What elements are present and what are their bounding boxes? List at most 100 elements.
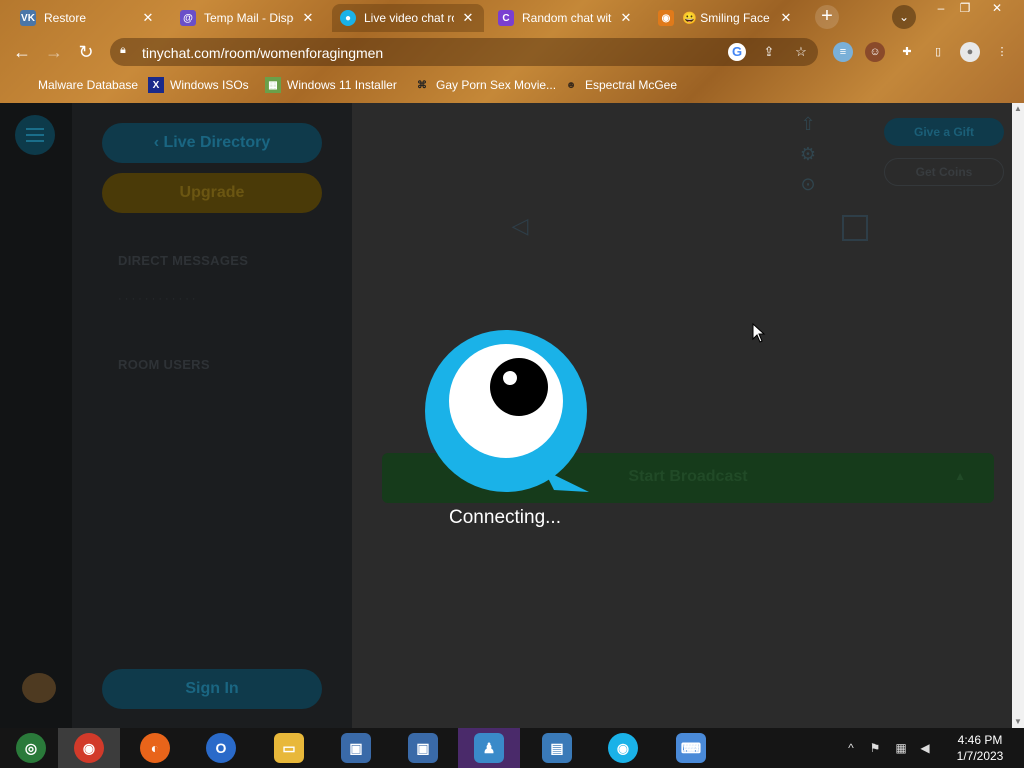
upgrade-button[interactable]: Upgrade bbox=[102, 173, 322, 213]
browser-chrome: VK Restore ✕ @ Temp Mail - Dispo ✕ ● Liv… bbox=[0, 0, 1024, 103]
close-tab-icon[interactable]: ✕ bbox=[300, 10, 316, 26]
new-tab-button[interactable]: + bbox=[815, 5, 839, 29]
scroll-down-icon[interactable]: ▼ bbox=[1012, 716, 1024, 728]
reload-button[interactable]: ↻ bbox=[74, 40, 98, 64]
bookmark-gay-porn-sex-movie[interactable]: ⌘ Gay Porn Sex Movie... bbox=[414, 76, 556, 94]
google-icon[interactable]: G bbox=[728, 43, 746, 61]
c-icon: C bbox=[498, 10, 514, 26]
windows-taskbar: ◎ ◉ ◐ O ▭ ▣ ▣ ♟ ▤ ◉ ⌨ ^ ⚑ ▦ ◀︎ 4:46 PM 1… bbox=[0, 728, 1024, 768]
lock-icon: 🔒︎ bbox=[120, 44, 126, 56]
give-a-gift-button[interactable]: Give a Gift bbox=[884, 118, 1004, 146]
scroll-up-icon[interactable]: ▲ bbox=[1012, 103, 1024, 115]
menu-kebab-icon[interactable]: ⋮ bbox=[992, 42, 1012, 62]
taskbar-opera[interactable]: O bbox=[190, 728, 252, 768]
side-panel-icon[interactable]: ▯ bbox=[928, 42, 948, 62]
close-tab-icon[interactable]: ✕ bbox=[460, 10, 476, 26]
show-hidden-icons-icon[interactable]: ^ bbox=[844, 738, 858, 758]
close-tab-icon[interactable]: ✕ bbox=[140, 10, 156, 26]
tinychat-logo-icon bbox=[425, 330, 589, 492]
info-icon[interactable]: ⊙ bbox=[797, 173, 819, 195]
direct-messages-empty-note: · · · · · · · · · · · · bbox=[118, 293, 196, 305]
file-explorer-icon: ▭ bbox=[274, 733, 304, 763]
taskbar-photo-viewer[interactable]: ▤ bbox=[526, 728, 588, 768]
extensions-puzzle-icon[interactable]: ✚ bbox=[897, 42, 917, 62]
back-button[interactable]: ← bbox=[10, 40, 34, 64]
photo-viewer-icon: ▤ bbox=[542, 733, 572, 763]
at-icon: @ bbox=[180, 10, 196, 26]
camera-app-icon: ◉ bbox=[608, 733, 638, 763]
bookmark-windows-11-installer[interactable]: ▦ Windows 11 Installer bbox=[265, 76, 397, 94]
minimize-button[interactable]: – bbox=[928, 0, 954, 18]
taskbar-keyboard[interactable]: ⌨ bbox=[660, 728, 722, 768]
settings-gear-icon[interactable]: ⚙ bbox=[797, 143, 819, 165]
setup-icon: ▣ bbox=[408, 733, 438, 763]
system-clock[interactable]: 4:46 PM 1/7/2023 bbox=[948, 732, 1012, 764]
bookmark-windows-isos[interactable]: X Windows ISOs bbox=[148, 76, 249, 94]
bookmark-espectral-mcgee[interactable]: ☻ Espectral McGee bbox=[563, 76, 677, 94]
extension-flag-icon[interactable]: ≡ bbox=[833, 42, 853, 62]
close-tab-icon[interactable]: ✕ bbox=[618, 10, 634, 26]
messenger-icon: ♟ bbox=[474, 733, 504, 763]
image-icon: ▦ bbox=[265, 77, 281, 93]
emoji-site-icon: ◉ bbox=[658, 10, 674, 26]
opera-icon: O bbox=[206, 733, 236, 763]
sidebar: ‹ Live Directory Upgrade DIRECT MESSAGES… bbox=[72, 103, 352, 728]
chrome-icon: ◉ bbox=[74, 733, 104, 763]
tab-search-button[interactable]: ⌄ bbox=[892, 5, 916, 29]
mouse-cursor-icon bbox=[752, 323, 766, 343]
taskbar-messenger[interactable]: ♟ bbox=[458, 728, 520, 768]
profile-icon[interactable]: ● bbox=[960, 42, 980, 62]
avatar-icon: ☻ bbox=[565, 79, 577, 91]
hamburger-menu-button[interactable] bbox=[15, 115, 55, 155]
taskbar-chrome-canary[interactable]: ◎ bbox=[0, 728, 62, 768]
fullscreen-icon[interactable] bbox=[842, 215, 868, 241]
taskbar-firefox[interactable]: ◐ bbox=[124, 728, 186, 768]
sign-in-button[interactable]: Sign In bbox=[102, 669, 322, 709]
firefox-icon: ◐ bbox=[140, 733, 170, 763]
vk-icon: VK bbox=[20, 10, 36, 26]
volume-icon[interactable]: ◀︎ bbox=[916, 738, 934, 758]
close-tab-icon[interactable]: ✕ bbox=[778, 10, 794, 26]
share-icon[interactable]: ⇧ bbox=[797, 113, 819, 135]
tinychat-camera-icon[interactable] bbox=[22, 673, 56, 703]
address-bar[interactable]: 🔒︎ tinychat.com/room/womenforagingmen G … bbox=[110, 38, 818, 66]
left-rail bbox=[0, 103, 72, 728]
tinychat-icon: ● bbox=[340, 10, 356, 26]
restore-button[interactable]: ❐ bbox=[952, 0, 978, 18]
get-coins-button[interactable]: Get Coins bbox=[884, 158, 1004, 186]
taskbar-file-explorer[interactable]: ▭ bbox=[258, 728, 320, 768]
forward-button[interactable]: → bbox=[42, 40, 66, 64]
browser-toolbar: ← → ↻ 🔒︎ tinychat.com/room/womenforaging… bbox=[0, 36, 1024, 68]
network-icon[interactable]: ▦ bbox=[892, 738, 910, 758]
taskbar-setup-2[interactable]: ▣ bbox=[392, 728, 454, 768]
setup-icon: ▣ bbox=[341, 733, 371, 763]
caret-up-icon[interactable]: ▲ bbox=[954, 469, 966, 483]
tab-strip: VK Restore ✕ @ Temp Mail - Dispo ✕ ● Liv… bbox=[0, 0, 1024, 34]
bug-icon bbox=[16, 77, 32, 93]
chrome-canary-icon: ◎ bbox=[16, 733, 46, 763]
close-window-button[interactable]: ✕ bbox=[984, 0, 1010, 18]
tab-smiling-face[interactable]: ◉ 😀 Smiling Face wi ✕ bbox=[650, 4, 802, 32]
direct-messages-heading: DIRECT MESSAGES bbox=[118, 253, 249, 268]
extension-avatar-icon[interactable]: ☺ bbox=[865, 42, 885, 62]
bookmarks-bar: Malware Database X Windows ISOs ▦ Window… bbox=[0, 72, 1024, 96]
globe-icon: ⌘ bbox=[417, 79, 427, 91]
speaker-icon[interactable]: ◁ bbox=[507, 213, 533, 239]
tab-temp-mail[interactable]: @ Temp Mail - Dispo ✕ bbox=[172, 4, 324, 32]
taskbar-chrome[interactable]: ◉ bbox=[58, 728, 120, 768]
keyboard-icon: ⌨ bbox=[676, 733, 706, 763]
action-center-flag-icon[interactable]: ⚑ bbox=[866, 738, 884, 758]
tab-random-chat[interactable]: C Random chat with ✕ bbox=[490, 4, 642, 32]
taskbar-camera-app[interactable]: ◉ bbox=[592, 728, 654, 768]
x-icon: X bbox=[148, 77, 164, 93]
share-icon[interactable]: ⇪ bbox=[760, 43, 778, 61]
bookmark-malware-database[interactable]: Malware Database bbox=[16, 76, 138, 94]
page-scrollbar[interactable]: ▲ ▼ bbox=[1012, 103, 1024, 728]
bookmark-star-icon[interactable]: ☆ bbox=[792, 43, 810, 61]
connecting-status: Connecting... bbox=[449, 507, 561, 528]
tab-live-video-chat[interactable]: ● Live video chat ro ✕ bbox=[332, 4, 484, 32]
taskbar-setup-1[interactable]: ▣ bbox=[325, 728, 387, 768]
tab-restore[interactable]: VK Restore ✕ bbox=[12, 4, 164, 32]
room-users-heading: ROOM USERS bbox=[118, 357, 210, 372]
live-directory-button[interactable]: ‹ Live Directory bbox=[102, 123, 322, 163]
